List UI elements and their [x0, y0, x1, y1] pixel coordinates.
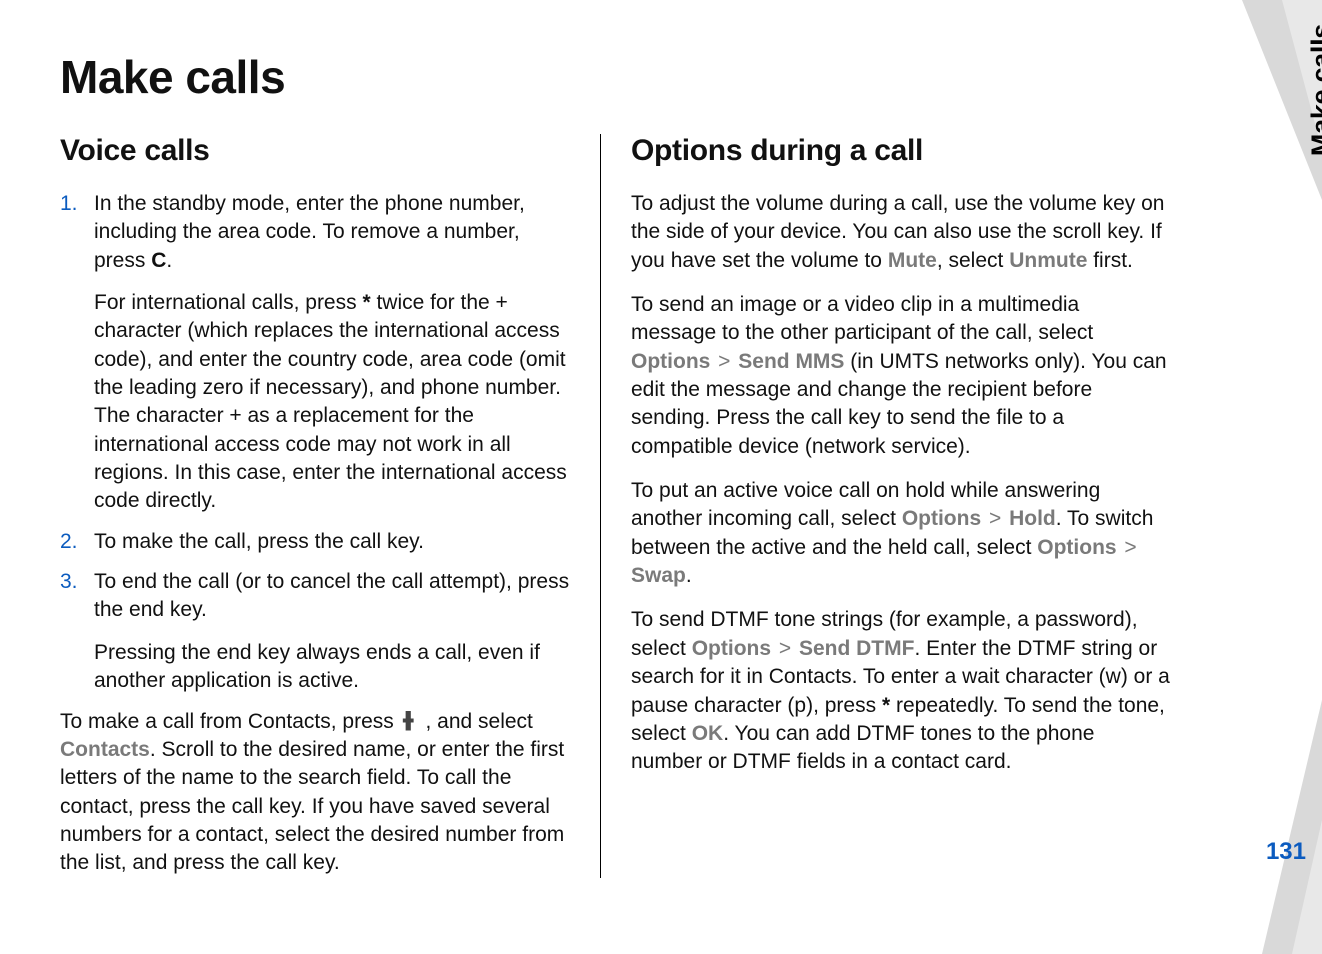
paragraph-hold-swap: To put an active voice call on hold whil… — [631, 477, 1170, 590]
menu-separator: > — [710, 350, 738, 373]
right-column: Options during a call To adjust the volu… — [600, 134, 1170, 878]
key-asterisk: * — [882, 694, 890, 717]
body-text: To make a call from Contacts, press — [60, 710, 400, 733]
menu-options: Options — [902, 507, 981, 530]
paragraph-send-mms: To send an image or a video clip in a mu… — [631, 291, 1170, 461]
paragraph-volume: To adjust the volume during a call, use … — [631, 190, 1170, 275]
menu-key-icon — [400, 711, 420, 731]
menu-mute: Mute — [888, 249, 937, 272]
contacts-paragraph: To make a call from Contacts, press , an… — [60, 708, 570, 878]
menu-separator: > — [981, 507, 1009, 530]
key-c: C — [151, 249, 166, 272]
body-text: first. — [1087, 249, 1133, 272]
menu-hold: Hold — [1009, 507, 1056, 530]
list-item: 2. To make the call, press the call key. — [60, 528, 570, 556]
menu-separator: > — [1117, 536, 1139, 559]
step-text: To make the call, press the call key. — [94, 528, 570, 556]
list-item: 3. To end the call (or to cancel the cal… — [60, 568, 570, 695]
body-text: . — [686, 564, 692, 587]
menu-unmute: Unmute — [1009, 249, 1087, 272]
body-text: To send an image or a video clip in a mu… — [631, 293, 1093, 344]
body-text: , select — [937, 249, 1009, 272]
menu-send-mms: Send MMS — [738, 350, 844, 373]
page-number: 131 — [1266, 838, 1306, 866]
paragraph-dtmf: To send DTMF tone strings (for example, … — [631, 606, 1170, 776]
side-tab-label: Make calls — [1306, 24, 1322, 156]
menu-swap: Swap — [631, 564, 686, 587]
step-number: 3. — [60, 568, 94, 695]
menu-options: Options — [1037, 536, 1116, 559]
menu-ok: OK — [692, 722, 724, 745]
left-column: Voice calls 1. In the standby mode, ente… — [60, 134, 600, 878]
menu-options: Options — [631, 350, 710, 373]
decorative-side-band — [1182, 0, 1322, 954]
step-number: 2. — [60, 528, 94, 556]
step-text: To end the call (or to cancel the call a… — [94, 570, 569, 621]
menu-separator: > — [771, 637, 799, 660]
menu-options: Options — [692, 637, 771, 660]
key-asterisk: * — [362, 291, 370, 314]
page-title: Make calls — [60, 50, 1175, 104]
step-text: twice for the + character (which replace… — [94, 291, 567, 512]
heading-options-during-call: Options during a call — [631, 134, 1170, 168]
voice-calls-steps: 1. In the standby mode, enter the phone … — [60, 190, 570, 696]
step-number: 1. — [60, 190, 94, 516]
step-text: For international calls, press — [94, 291, 362, 314]
heading-voice-calls: Voice calls — [60, 134, 570, 168]
step-text: Pressing the end key always ends a call,… — [94, 639, 570, 696]
body-text: , and select — [425, 710, 532, 733]
menu-send-dtmf: Send DTMF — [799, 637, 915, 660]
menu-contacts: Contacts — [60, 738, 150, 761]
step-text: . — [166, 249, 172, 272]
list-item: 1. In the standby mode, enter the phone … — [60, 190, 570, 516]
